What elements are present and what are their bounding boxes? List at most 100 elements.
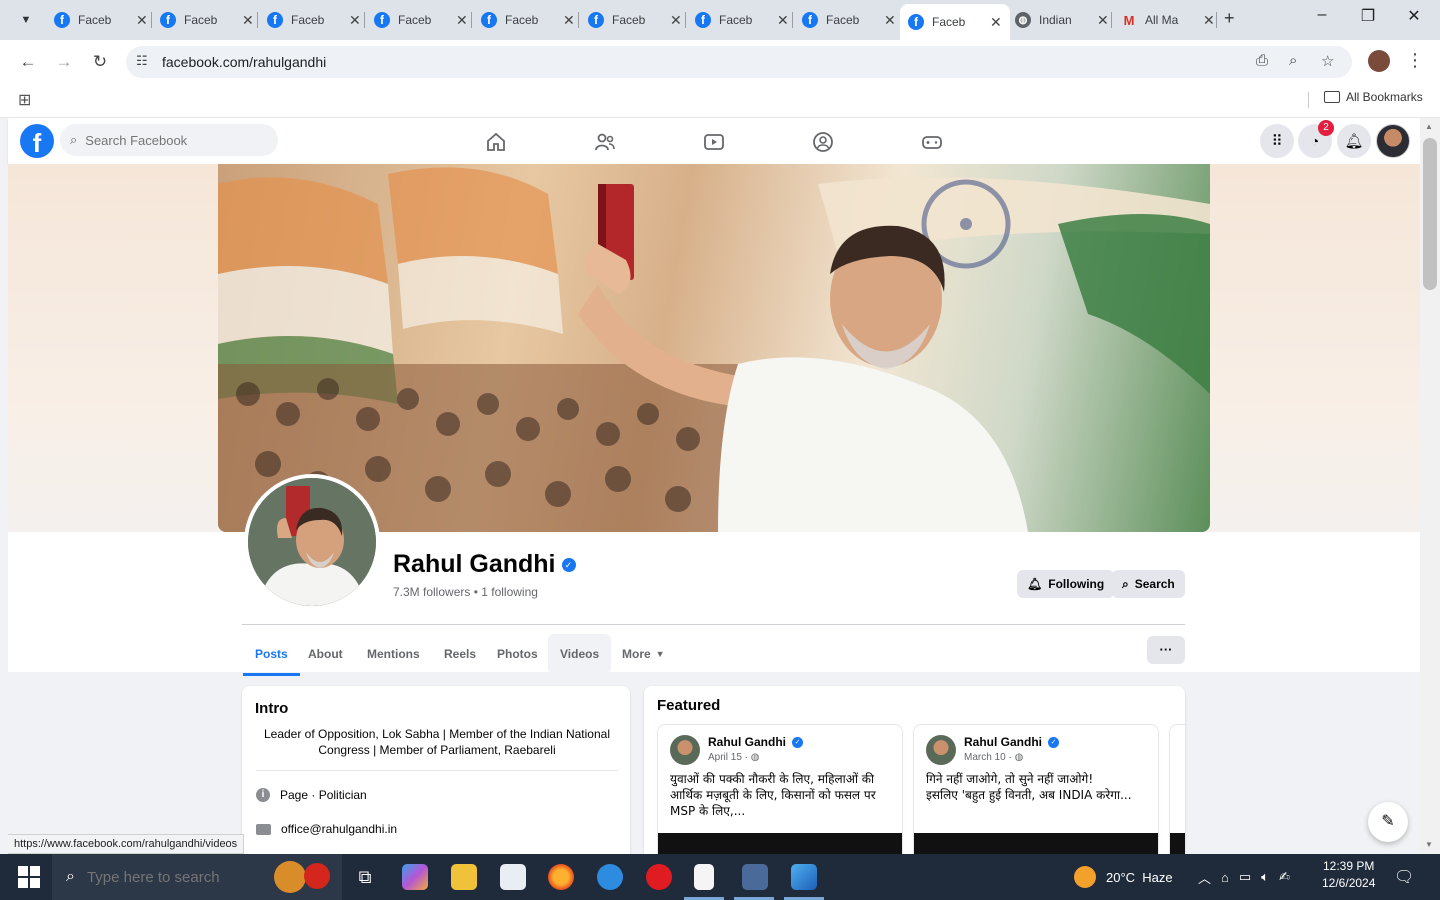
taskbar-clock[interactable]: 12:39 PM 12/6/2024 [1322, 858, 1375, 892]
browser-tab[interactable]: f Faceb ✕ [366, 6, 476, 34]
display-icon[interactable]: ▭ [1239, 869, 1251, 885]
browser-menu-icon[interactable]: ⋮ [1406, 50, 1424, 71]
taskbar-search-input[interactable] [86, 868, 267, 886]
featured-post[interactable]: Rahul Gandhi ✓ April 15 · ◍ युवाओं की पक्… [657, 724, 903, 854]
browser-tab[interactable]: f Faceb ✕ [687, 6, 797, 34]
new-message-compose-icon[interactable]: ✎ [1368, 802, 1408, 842]
reload-icon[interactable]: ↻ [88, 50, 112, 74]
post-media[interactable] [914, 833, 1158, 854]
volume-icon[interactable]: 🔈︎ [1261, 869, 1269, 885]
tab-about[interactable]: About [296, 634, 355, 674]
browser-profile-avatar[interactable] [1368, 50, 1390, 72]
facebook-search-input[interactable] [85, 132, 246, 148]
tab-photos[interactable]: Photos [485, 634, 550, 674]
home-icon[interactable] [484, 130, 508, 154]
photos-icon[interactable] [791, 864, 817, 890]
post-author[interactable]: Rahul Gandhi ✓ [708, 735, 803, 749]
post-media[interactable] [658, 833, 902, 854]
tray-overflow-chevron-icon[interactable]: ︿ [1198, 868, 1211, 887]
browser-tab[interactable]: M All Ma ✕ [1113, 6, 1223, 34]
facebook-logo-icon[interactable]: f [20, 124, 54, 158]
profile-more-options-button[interactable]: ··· [1147, 636, 1185, 664]
pen-icon[interactable]: ✍︎ [1279, 869, 1290, 885]
video-icon[interactable] [702, 130, 726, 154]
task-view-icon[interactable]: ⧉ [352, 864, 378, 890]
following-button[interactable]: 🔔︎ Following [1017, 570, 1115, 598]
taskbar-search-box[interactable]: ⌕ [52, 854, 342, 900]
new-tab-plus-icon[interactable]: + [1224, 8, 1235, 29]
network-icon[interactable]: ⌂ [1221, 870, 1229, 885]
weather-widget[interactable]: 20°C Haze [1074, 854, 1173, 900]
install-app-icon[interactable]: ⎙ [1256, 52, 1268, 69]
url-text[interactable]: facebook.com/rahulgandhi [162, 54, 326, 70]
site-settings-icon[interactable]: ☷ [136, 53, 148, 69]
friends-icon[interactable] [593, 130, 617, 154]
close-icon[interactable]: ✕ [990, 14, 1002, 31]
bookmark-star-icon[interactable]: ☆ [1321, 52, 1334, 70]
tab-more[interactable]: More ▼ [610, 634, 677, 674]
cover-photo[interactable] [218, 164, 1210, 532]
post-author[interactable]: Rahul Gandhi ✓ [964, 735, 1059, 749]
close-icon[interactable]: ✕ [456, 12, 468, 29]
profile-search-button[interactable]: ⌕ Search [1112, 570, 1185, 598]
tab-reels[interactable]: Reels [432, 634, 488, 674]
notifications-bell-icon[interactable]: 🔔︎ [1337, 124, 1371, 158]
back-arrow-icon[interactable]: ← [16, 50, 40, 74]
apps-grid-icon[interactable]: ⊞ [18, 90, 31, 110]
forward-arrow-icon[interactable]: → [52, 50, 76, 74]
browser-tab-active[interactable]: f Faceb ✕ [900, 4, 1010, 40]
browser-tab[interactable]: ◍ Indian ✕ [1007, 6, 1117, 34]
profile-picture[interactable] [244, 474, 380, 610]
tab-label: Faceb [932, 15, 966, 29]
messenger-icon[interactable]: ◔ 2 [1298, 120, 1334, 158]
close-icon[interactable]: ✕ [884, 12, 896, 29]
browser-tab[interactable]: f Faceb ✕ [152, 6, 262, 34]
facebook-search-box[interactable]: ⌕ [60, 124, 278, 156]
restore-icon[interactable]: ❐ [1348, 6, 1388, 26]
page-scrollbar[interactable]: ▲ ▼ [1420, 118, 1440, 854]
minimize-icon[interactable]: – [1302, 6, 1342, 24]
address-bar[interactable]: ☷ facebook.com/rahulgandhi ⎙ ⌕ ☆ [126, 46, 1352, 78]
opera-icon[interactable] [646, 864, 672, 890]
windows-start-icon[interactable] [18, 866, 40, 888]
close-icon[interactable]: ✕ [670, 12, 682, 29]
scrollbar-thumb[interactable] [1423, 138, 1437, 290]
tab-videos[interactable]: Videos [548, 634, 612, 674]
browser-tab[interactable]: f Faceb ✕ [473, 6, 583, 34]
tab-posts[interactable]: Posts [243, 634, 300, 676]
close-icon[interactable]: ✕ [1097, 12, 1109, 29]
notification-center-icon[interactable]: 🗨︎ [1394, 854, 1414, 900]
browser-tab[interactable]: f Faceb ✕ [794, 6, 904, 34]
account-avatar[interactable] [1376, 124, 1410, 158]
tab-search-chevron-icon[interactable]: ▼ [14, 8, 38, 32]
window-close-icon[interactable]: ✕ [1394, 6, 1434, 26]
groups-icon[interactable] [811, 130, 835, 154]
menu-grid-icon[interactable]: ⠿ [1260, 124, 1294, 158]
firefox-icon[interactable] [548, 864, 574, 890]
scroll-down-arrow-icon[interactable]: ▼ [1425, 840, 1433, 849]
scroll-up-arrow-icon[interactable]: ▲ [1425, 122, 1433, 131]
close-icon[interactable]: ✕ [563, 12, 575, 29]
profile-follow-stats[interactable]: 7.3M followers • 1 following [393, 585, 538, 599]
gaming-icon[interactable] [920, 130, 944, 154]
close-icon[interactable]: ✕ [777, 12, 789, 29]
intro-email[interactable]: office@rahulgandhi.in [281, 822, 397, 836]
file-explorer-icon[interactable] [451, 864, 477, 890]
browser-tab[interactable]: f Faceb ✕ [46, 6, 156, 34]
featured-post-partial[interactable] [1169, 724, 1185, 854]
zoom-icon[interactable]: ⌕ [1289, 52, 1297, 69]
featured-post[interactable]: Rahul Gandhi ✓ March 10 · ◍ गिने नहीं जाओ… [913, 724, 1159, 854]
close-icon[interactable]: ✕ [1203, 12, 1215, 29]
close-icon[interactable]: ✕ [136, 12, 148, 29]
copilot-icon[interactable] [402, 864, 428, 890]
notepad-icon[interactable] [694, 864, 714, 890]
close-icon[interactable]: ✕ [242, 12, 254, 29]
tab-mentions[interactable]: Mentions [355, 634, 432, 674]
app-icon[interactable] [742, 864, 768, 890]
close-icon[interactable]: ✕ [349, 12, 361, 29]
browser-tab[interactable]: f Faceb ✕ [580, 6, 690, 34]
microsoft-store-icon[interactable] [500, 864, 526, 890]
all-bookmarks-button[interactable]: All Bookmarks [1324, 90, 1423, 104]
browser-app-icon[interactable] [597, 864, 623, 890]
browser-tab[interactable]: f Faceb ✕ [259, 6, 369, 34]
